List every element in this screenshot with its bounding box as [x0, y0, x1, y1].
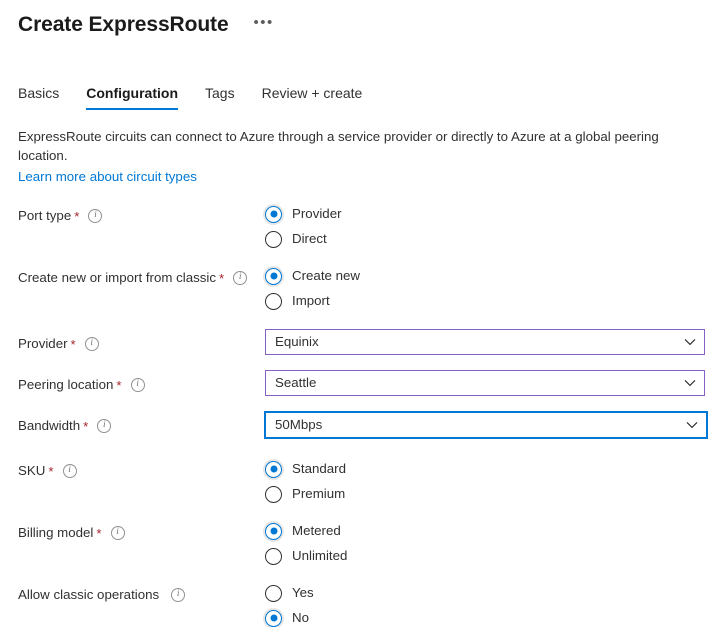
required-asterisk: *	[48, 463, 54, 479]
required-asterisk: *	[74, 208, 80, 224]
label-allow-classic-operations-text: Allow classic operations	[18, 587, 160, 602]
required-asterisk: *	[70, 336, 76, 352]
radio-import[interactable]: Import	[265, 292, 330, 310]
control-provider: Equinix	[265, 329, 725, 355]
page-title: Create ExpressRoute	[18, 13, 229, 36]
radio-create-new[interactable]: Create new	[265, 267, 360, 285]
label-bandwidth-text: Bandwidth	[18, 418, 81, 433]
required-asterisk: *	[96, 525, 102, 541]
page-header: Create ExpressRoute •••	[0, 0, 725, 42]
radio-label: Provider	[292, 206, 342, 221]
bandwidth-dropdown[interactable]: 50Mbps	[264, 411, 708, 439]
label-port-type: Port type * i	[18, 205, 265, 225]
description-block: ExpressRoute circuits can connect to Azu…	[0, 110, 725, 186]
required-asterisk: *	[116, 377, 122, 393]
label-peering-location: Peering location * i	[18, 370, 265, 394]
tab-bar: Basics Configuration Tags Review + creat…	[0, 80, 725, 110]
radio-mark-icon	[265, 460, 282, 478]
required-asterisk: *	[83, 418, 89, 434]
info-icon[interactable]: i	[110, 526, 125, 540]
label-billing-model: Billing model * i	[18, 522, 265, 542]
info-icon[interactable]: i	[97, 419, 112, 433]
radio-mark-icon	[265, 485, 282, 503]
radio-mark-icon	[265, 522, 282, 540]
form-row-create-or-import: Create new or import from classic * i Cr…	[0, 267, 725, 310]
radio-allow-classic-no[interactable]: No	[265, 609, 309, 627]
label-allow-classic-operations: Allow classic operations i	[18, 584, 265, 604]
radio-mark-icon	[265, 609, 282, 627]
info-icon[interactable]: i	[233, 271, 248, 285]
form-row-port-type: Port type * i Provider Direct	[0, 205, 725, 248]
radio-sku-standard[interactable]: Standard	[265, 460, 346, 478]
info-icon[interactable]: i	[84, 337, 99, 351]
radio-label: Direct	[292, 231, 327, 246]
radio-billing-unlimited[interactable]: Unlimited	[265, 547, 347, 565]
radio-allow-classic-yes[interactable]: Yes	[265, 584, 314, 602]
label-bandwidth: Bandwidth * i	[18, 411, 265, 435]
radio-group-billing-model: Metered Unlimited	[265, 522, 725, 565]
label-peering-location-text: Peering location	[18, 377, 114, 392]
chevron-down-icon	[676, 338, 704, 346]
tab-review-create[interactable]: Review + create	[262, 84, 363, 110]
radio-label: Yes	[292, 585, 314, 600]
radio-group-allow-classic-operations: Yes No	[265, 584, 725, 627]
provider-dropdown[interactable]: Equinix	[265, 329, 705, 355]
radio-mark-icon	[265, 584, 282, 602]
radio-mark-icon	[265, 267, 282, 285]
provider-value: Equinix	[275, 334, 319, 349]
description-text: ExpressRoute circuits can connect to Azu…	[18, 129, 659, 163]
peering-location-value: Seattle	[275, 375, 317, 390]
configuration-form: Port type * i Provider Direct Create new…	[0, 186, 725, 627]
form-row-peering-location: Peering location * i Seattle	[0, 370, 725, 400]
more-options-button[interactable]: •••	[249, 14, 279, 32]
learn-more-link[interactable]: Learn more about circuit types	[18, 167, 197, 186]
form-row-allow-classic-operations: Allow classic operations i Yes No	[0, 584, 725, 627]
form-row-billing-model: Billing model * i Metered Unlimited	[0, 522, 725, 565]
radio-label: Premium	[292, 486, 346, 501]
label-create-or-import-text: Create new or import from classic	[18, 270, 217, 285]
bandwidth-value: 50Mbps	[275, 417, 323, 432]
info-icon[interactable]: i	[171, 588, 186, 602]
label-sku: SKU * i	[18, 460, 265, 480]
required-asterisk: *	[219, 270, 225, 286]
radio-mark-icon	[265, 292, 282, 310]
form-row-bandwidth: Bandwidth * i 50Mbps	[0, 411, 725, 441]
radio-label: No	[292, 610, 309, 625]
radio-group-create-or-import: Create new Import	[265, 267, 725, 310]
label-sku-text: SKU	[18, 463, 46, 478]
tab-tags[interactable]: Tags	[205, 84, 235, 110]
peering-location-dropdown[interactable]: Seattle	[265, 370, 705, 396]
control-peering-location: Seattle	[265, 370, 725, 396]
radio-group-sku: Standard Premium	[265, 460, 725, 503]
form-row-provider: Provider * i Equinix	[0, 329, 725, 359]
radio-mark-icon	[265, 547, 282, 565]
form-row-sku: SKU * i Standard Premium	[0, 460, 725, 503]
chevron-down-icon	[678, 421, 706, 429]
radio-label: Metered	[292, 523, 341, 538]
info-icon[interactable]: i	[62, 464, 77, 478]
info-icon[interactable]: i	[130, 378, 145, 392]
tab-basics[interactable]: Basics	[18, 84, 59, 110]
label-billing-model-text: Billing model	[18, 525, 94, 540]
radio-label: Import	[292, 293, 330, 308]
radio-label: Standard	[292, 461, 346, 476]
radio-label: Unlimited	[292, 548, 348, 563]
chevron-down-icon	[676, 379, 704, 387]
label-create-or-import: Create new or import from classic * i	[18, 267, 265, 287]
tab-configuration[interactable]: Configuration	[86, 84, 178, 110]
radio-billing-metered[interactable]: Metered	[265, 522, 341, 540]
label-port-type-text: Port type	[18, 208, 72, 223]
radio-port-type-direct[interactable]: Direct	[265, 230, 327, 248]
radio-group-port-type: Provider Direct	[265, 205, 725, 248]
info-icon[interactable]: i	[88, 209, 103, 223]
radio-mark-icon	[265, 230, 282, 248]
radio-mark-icon	[265, 205, 282, 223]
radio-port-type-provider[interactable]: Provider	[265, 205, 342, 223]
label-provider-text: Provider	[18, 336, 68, 351]
radio-label: Create new	[292, 268, 360, 283]
radio-sku-premium[interactable]: Premium	[265, 485, 345, 503]
label-provider: Provider * i	[18, 329, 265, 353]
control-bandwidth: 50Mbps	[264, 411, 725, 439]
